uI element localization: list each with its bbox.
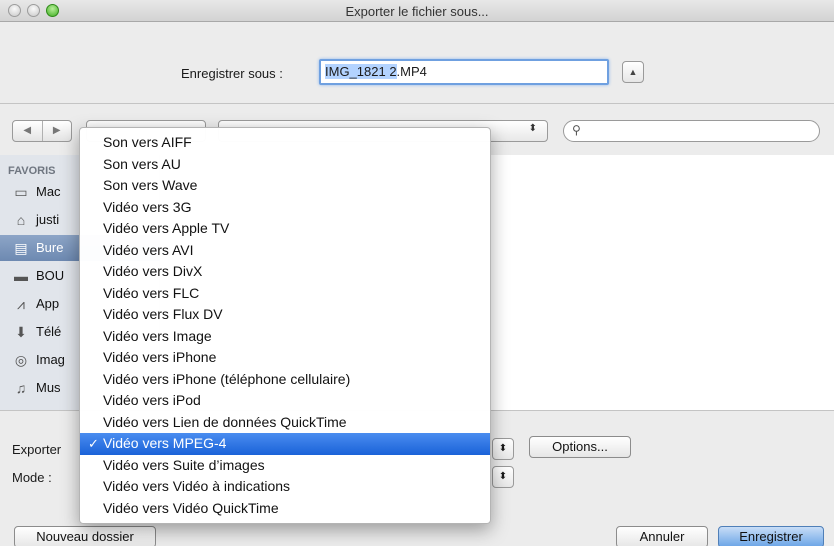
home-icon: ⌂: [16, 212, 26, 228]
menu-item-label: Vidéo vers DivX: [103, 263, 203, 279]
forward-arrow-icon[interactable]: ▶: [43, 121, 72, 141]
menu-item[interactable]: Vidéo vers Apple TV: [80, 218, 490, 240]
save-button[interactable]: Enregistrer: [718, 526, 824, 546]
sidebar-item-label: Imag: [36, 352, 65, 367]
popup-arrows-icon: ⬍: [498, 443, 508, 454]
sidebar-item-label: Télé: [36, 324, 62, 339]
back-forward-control: ◀ ▶: [12, 120, 72, 142]
menu-item-label: Vidéo vers Vidéo à indications: [103, 478, 291, 494]
sidebar-item-label: BOU: [36, 268, 65, 283]
downloads-icon: ⬇: [15, 324, 27, 340]
menu-item-label: Vidéo vers Image: [103, 327, 212, 344]
menu-item-label: Vidéo vers Vidéo QuickTime: [103, 499, 279, 516]
menu-item[interactable]: Vidéo vers FLC: [80, 283, 490, 305]
export-format-menu: Son vers AIFF Son vers AU Son vers Wave Vid…: [79, 127, 491, 524]
menu-item[interactable]: Vidéo vers iPhone: [80, 347, 490, 369]
menu-item-label: Vidéo vers AVI: [103, 241, 194, 258]
menu-item-label: Vidéo vers FLC: [103, 284, 200, 301]
chevron-up-icon: ▲: [628, 67, 638, 77]
menu-item-label: Vidéo vers Flux DV: [103, 306, 223, 322]
menu-item[interactable]: Son vers AU: [80, 154, 490, 176]
menu-item[interactable]: Vidéo vers Lien de données QuickTime: [80, 412, 490, 434]
export-format-popup[interactable]: ⬍: [492, 438, 514, 460]
menu-item-label: Vidéo vers iPhone: [103, 349, 217, 365]
window-title: Exporter le fichier sous...: [345, 4, 489, 19]
filename-input[interactable]: IMG_1821 2.MP4: [319, 59, 609, 85]
menu-item-label: Son vers AIFF: [103, 134, 192, 150]
menu-item[interactable]: Vidéo vers Vidéo QuickTime: [80, 498, 490, 520]
menu-item-label: Vidéo vers iPod: [103, 392, 201, 408]
folder-icon: ▬: [14, 268, 28, 284]
cancel-button[interactable]: Annuler: [616, 526, 708, 546]
mode-label: Mode :: [12, 470, 52, 485]
menu-item-label: Vidéo vers Apple TV: [103, 220, 230, 236]
save-as-row: Enregistrer sous : IMG_1821 2.MP4 ▲: [0, 22, 834, 104]
menu-item[interactable]: Vidéo vers Vidéo à indications: [80, 476, 490, 498]
sidebar-item-label: Mac: [36, 184, 61, 199]
popup-arrows-icon: ⬍: [528, 123, 537, 134]
filename-selected-text: IMG_1821 2: [325, 64, 397, 79]
menu-item[interactable]: Vidéo vers Suite d’images: [80, 455, 490, 477]
new-folder-button[interactable]: Nouveau dossier: [14, 526, 156, 546]
filename-extension: .MP4: [396, 64, 427, 79]
checkmark-icon: ✓: [88, 436, 99, 451]
menu-item[interactable]: Son vers AIFF: [80, 132, 490, 154]
back-arrow-icon[interactable]: ◀: [13, 121, 43, 141]
menu-item-label: Vidéo vers 3G: [103, 198, 192, 215]
title-bar: Exporter le fichier sous...: [0, 0, 834, 22]
sidebar-header: FAVORIS: [8, 165, 56, 177]
menu-item[interactable]: Vidéo vers iPod: [80, 390, 490, 412]
popup-arrows-icon: ⬍: [498, 471, 508, 482]
hard-drive-icon: ▭: [14, 184, 28, 200]
menu-item[interactable]: Vidéo vers 3G: [80, 197, 490, 219]
sidebar-item-label: Bure: [36, 240, 64, 255]
export-format-label: Exporter: [12, 442, 62, 457]
applications-icon: ⩘: [17, 296, 25, 312]
menu-item[interactable]: Vidéo vers AVI: [80, 240, 490, 262]
menu-item[interactable]: ✓ Vidéo vers MPEG-4: [80, 433, 490, 455]
menu-item[interactable]: Vidéo vers Flux DV: [80, 304, 490, 326]
menu-item-label: Vidéo vers iPhone (téléphone cellulaire): [103, 370, 351, 387]
save-as-label: Enregistrer sous :: [181, 66, 283, 81]
mode-popup[interactable]: ⬍: [492, 466, 514, 488]
magnifier-icon: ⚲: [572, 123, 581, 137]
menu-item-label: Son vers Wave: [103, 177, 198, 193]
menu-item-label: Vidéo vers Lien de données QuickTime: [103, 413, 347, 430]
collapse-dialog-button[interactable]: ▲: [622, 61, 644, 83]
options-button[interactable]: Options...: [529, 436, 631, 458]
menu-item-label: Son vers AU: [103, 155, 181, 172]
search-input[interactable]: ⚲: [563, 120, 820, 142]
menu-item-label: Vidéo vers MPEG-4: [103, 435, 227, 451]
sidebar-item-label: Mus: [36, 380, 61, 395]
menu-item[interactable]: Vidéo vers Image: [80, 326, 490, 348]
menu-item[interactable]: Vidéo vers iPhone (téléphone cellulaire): [80, 369, 490, 391]
menu-item[interactable]: Son vers Wave: [80, 175, 490, 197]
sidebar-item-label: justi: [36, 212, 60, 227]
menu-item-label: Vidéo vers Suite d’images: [103, 456, 265, 473]
sidebar-item-label: App: [36, 296, 60, 311]
desktop-icon: ▤: [14, 240, 28, 256]
music-icon: ♫: [15, 380, 27, 396]
menu-item[interactable]: Vidéo vers DivX: [80, 261, 490, 283]
camera-icon: ◎: [14, 352, 28, 368]
